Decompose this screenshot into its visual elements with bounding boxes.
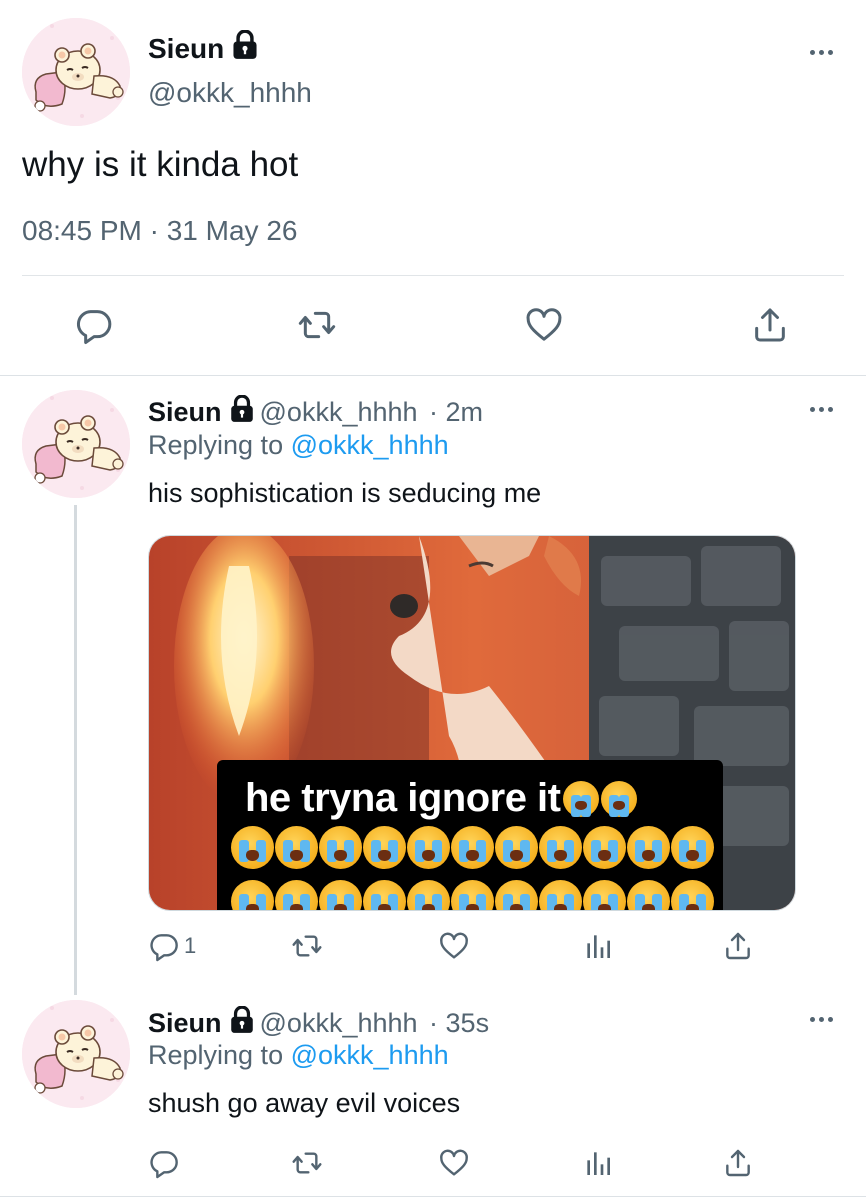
lock-icon — [230, 30, 260, 60]
reply-text: his sophistication is seducing me — [148, 478, 542, 508]
like-icon — [438, 1147, 470, 1179]
crying-face-emoji — [583, 826, 626, 869]
retweet-button[interactable] — [297, 305, 337, 345]
author-name[interactable]: Sieun — [148, 397, 222, 427]
crying-face-emoji — [451, 826, 494, 869]
crying-face-emoji — [451, 880, 494, 910]
author-name[interactable]: Sieun — [148, 30, 260, 65]
crying-face-emoji — [407, 826, 450, 869]
analytics-icon — [582, 930, 614, 962]
author-name[interactable]: Sieun — [148, 1008, 222, 1038]
reply-count: 1 — [184, 933, 197, 958]
lock-icon — [228, 1006, 256, 1034]
crying-face-emoji — [231, 880, 274, 910]
emoji-row — [231, 826, 714, 869]
reply-button[interactable] — [74, 305, 114, 345]
crying-face-emoji — [363, 880, 406, 910]
crying-face-emoji — [671, 826, 714, 869]
crying-face-emoji — [275, 826, 318, 869]
share-icon — [722, 1147, 754, 1179]
more-options-button[interactable] — [806, 1013, 836, 1025]
share-button[interactable] — [722, 930, 754, 962]
crying-face-emoji — [539, 826, 582, 869]
meme-caption-box: he tryna ignore it — [217, 760, 723, 910]
crying-face-emoji — [319, 826, 362, 869]
reply-icon — [148, 1147, 180, 1179]
like-button[interactable] — [438, 1147, 470, 1179]
avatar-image — [22, 18, 130, 126]
section-divider — [0, 375, 866, 376]
divider — [22, 275, 844, 276]
retweet-icon — [297, 305, 337, 345]
reply-icon — [148, 930, 180, 962]
thread-connector-line — [74, 505, 77, 995]
reply-time[interactable]: · 2m — [429, 397, 483, 427]
retweet-icon — [291, 930, 323, 962]
crying-face-emoji — [627, 880, 670, 910]
meme-caption: he tryna ignore it — [245, 776, 637, 821]
reply-time[interactable]: · 35s — [429, 1008, 489, 1038]
analytics-icon — [582, 1147, 614, 1179]
share-icon — [750, 305, 790, 345]
avatar[interactable] — [22, 1000, 130, 1108]
tweet-timestamp[interactable]: 08:45 PM · 31 May 26 — [22, 215, 297, 247]
reply-button[interactable] — [148, 1147, 180, 1179]
crying-face-emoji — [275, 880, 318, 910]
crying-face-emoji — [319, 880, 362, 910]
avatar-image — [22, 390, 130, 498]
analytics-button[interactable] — [582, 930, 614, 962]
reply-icon — [74, 305, 114, 345]
share-button[interactable] — [722, 1147, 754, 1179]
media-image[interactable]: he tryna ignore it — [148, 535, 796, 911]
retweet-button[interactable] — [291, 930, 323, 962]
share-icon — [722, 930, 754, 962]
like-icon — [438, 930, 470, 962]
crying-face-emoji — [495, 880, 538, 910]
reply-text: shush go away evil voices — [148, 1088, 461, 1118]
retweet-icon — [291, 1147, 323, 1179]
like-button[interactable] — [438, 930, 470, 962]
emoji-row — [231, 880, 714, 910]
crying-face-emoji — [407, 880, 450, 910]
replying-to-link[interactable]: @okkk_hhhh — [291, 430, 449, 460]
crying-face-emoji — [539, 880, 582, 910]
author-handle[interactable]: @okkk_hhhh — [260, 397, 418, 427]
crying-face-emoji — [495, 826, 538, 869]
author-handle[interactable]: @okkk_hhhh — [260, 1008, 418, 1038]
replying-to: Replying to @okkk_hhhh — [148, 430, 449, 460]
author-handle[interactable]: @okkk_hhhh — [148, 77, 312, 109]
avatar[interactable] — [22, 18, 130, 126]
tweet-text: why is it kinda hot — [22, 145, 299, 184]
more-options-button[interactable] — [806, 403, 836, 415]
reply-header: Sieun @okkk_hhhh · 35s — [148, 1006, 489, 1039]
replying-to-link[interactable]: @okkk_hhhh — [291, 1040, 449, 1070]
crying-face-emoji — [231, 826, 274, 869]
retweet-button[interactable] — [291, 1147, 323, 1179]
section-divider — [0, 1196, 866, 1197]
more-options-button[interactable] — [806, 46, 836, 58]
crying-face-emoji — [671, 880, 714, 910]
analytics-button[interactable] — [582, 1147, 614, 1179]
crying-face-emoji — [583, 880, 626, 910]
avatar-image — [22, 1000, 130, 1108]
avatar[interactable] — [22, 390, 130, 498]
reply-button[interactable]: 1 — [148, 930, 196, 962]
reply-header: Sieun @okkk_hhhh · 2m — [148, 395, 483, 428]
crying-face-emoji — [600, 781, 637, 817]
crying-face-emoji — [627, 826, 670, 869]
crying-face-emoji — [363, 826, 406, 869]
replying-to: Replying to @okkk_hhhh — [148, 1040, 449, 1070]
like-button[interactable] — [524, 305, 564, 345]
like-icon — [524, 305, 564, 345]
crying-face-emoji — [562, 781, 599, 817]
lock-icon — [228, 395, 256, 423]
share-button[interactable] — [750, 305, 790, 345]
